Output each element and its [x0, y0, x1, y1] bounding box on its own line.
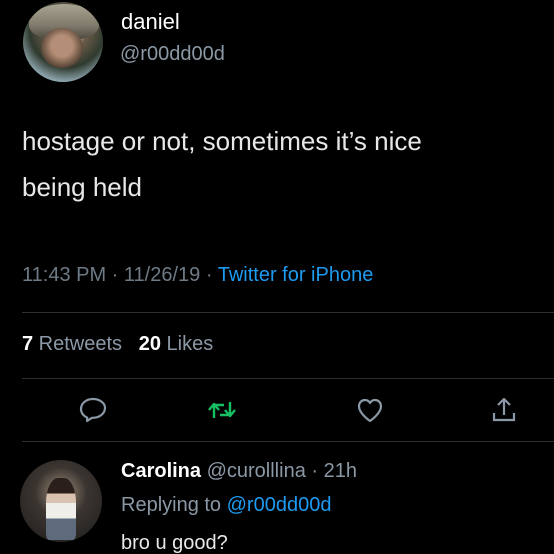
retweets-count: 7 [22, 333, 34, 355]
author-avatar[interactable] [23, 2, 103, 82]
retweet-icon [208, 402, 236, 418]
reply-author-avatar[interactable] [20, 460, 102, 542]
divider [22, 378, 554, 379]
author-name[interactable]: daniel [121, 9, 180, 35]
reply-author-handle[interactable]: @curolllina [201, 460, 306, 482]
like-button[interactable] [353, 393, 387, 427]
tweet-stats: 7 Retweets 20 Likes [22, 333, 213, 356]
likes-stat[interactable]: 20 Likes [139, 333, 214, 355]
reply-time: · 21h [305, 460, 357, 482]
meta-separator: · [106, 264, 124, 286]
tweet-text: hostage or not, sometimes it’s nice bein… [22, 118, 542, 210]
avatar-face-shape [41, 28, 83, 68]
meta-separator: · [200, 264, 218, 286]
tweet-client-link[interactable]: Twitter for iPhone [218, 264, 374, 286]
tweet-meta: 11:43 PM · 11/26/19 · Twitter for iPhone [22, 264, 373, 287]
tweet-text-line-2: being held [22, 172, 142, 202]
tweet-time: 11:43 PM [22, 264, 107, 286]
tweet-text-line-1: hostage or not, sometimes it’s nice [22, 126, 422, 156]
replying-prefix: Replying to [121, 494, 227, 516]
share-icon [492, 397, 516, 422]
retweets-label: Retweets [33, 333, 123, 355]
heart-icon [357, 398, 383, 423]
author-handle[interactable]: @r00dd00d [120, 43, 225, 66]
reply-header: Carolina @curolllina · 21h [121, 460, 357, 483]
replying-to: Replying to @r00dd00d [121, 494, 331, 517]
share-button[interactable] [487, 393, 521, 427]
divider [22, 312, 554, 313]
likes-count: 20 [138, 333, 161, 355]
reply-text: bro u good? [121, 532, 228, 554]
divider [22, 441, 554, 442]
replying-to-handle-link[interactable]: @r00dd00d [227, 494, 332, 516]
retweet-button[interactable] [205, 393, 239, 427]
retweets-stat[interactable]: 7 Retweets [22, 333, 122, 355]
reply-button[interactable] [76, 393, 110, 427]
tweet-date: 11/26/19 [123, 264, 201, 286]
avatar-figure-shape [46, 478, 76, 540]
likes-label: Likes [160, 333, 214, 355]
reply-icon [79, 397, 107, 423]
reply-author-name[interactable]: Carolina [121, 460, 201, 482]
